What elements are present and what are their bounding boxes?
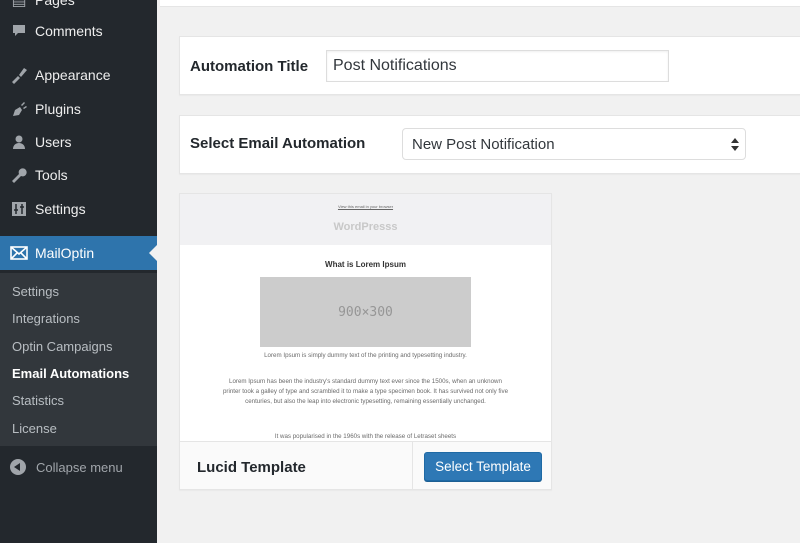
template-preview: View this email in your browser WordPres… xyxy=(180,194,551,441)
submenu-optin-campaigns[interactable]: Optin Campaigns xyxy=(12,339,112,354)
sidebar-item-appearance[interactable]: Appearance xyxy=(0,58,157,92)
select-template-button[interactable]: Select Template xyxy=(424,452,542,481)
paintbrush-icon xyxy=(9,65,29,85)
preview-brand: WordPresss xyxy=(333,221,398,233)
submenu-email-automations[interactable]: Email Automations xyxy=(12,366,129,381)
user-icon xyxy=(9,132,29,152)
preview-heading: What is Lorem Ipsum xyxy=(325,260,406,269)
collapse-menu-button[interactable]: Collapse menu xyxy=(0,452,157,482)
plug-icon xyxy=(9,99,29,119)
preview-image-placeholder: 900×300 xyxy=(260,277,471,347)
sidebar-item-settings[interactable]: Settings xyxy=(0,192,157,226)
sidebar-item-mailoptin[interactable]: MailOptin xyxy=(0,236,157,270)
template-card: View this email in your browser WordPres… xyxy=(179,193,552,490)
select-arrows-icon xyxy=(731,137,739,153)
wrench-icon xyxy=(9,165,29,185)
automation-title-input[interactable] xyxy=(326,50,669,82)
collapse-arrow-icon xyxy=(10,459,26,475)
email-automation-label: Select Email Automation xyxy=(190,135,366,152)
sidebar-item-plugins[interactable]: Plugins xyxy=(0,92,157,126)
sidebar-item-users[interactable]: Users xyxy=(0,125,157,159)
previous-panel-edge xyxy=(160,0,800,7)
envelope-icon xyxy=(9,243,29,263)
selected-automation: New Post Notification xyxy=(412,135,555,153)
template-name: Lucid Template xyxy=(197,459,306,476)
comment-icon xyxy=(9,21,29,41)
automation-title-panel: Automation Title xyxy=(179,36,800,95)
admin-sidebar: ▤ Pages Comments Appearance Plugins User… xyxy=(0,0,157,543)
footer-divider xyxy=(412,442,413,489)
mailoptin-submenu: Settings Integrations Optin Campaigns Em… xyxy=(0,273,157,446)
preview-header: View this email in your browser WordPres… xyxy=(180,194,551,245)
automation-title-label: Automation Title xyxy=(190,58,309,75)
preview-paragraph: Lorem Ipsum is simply dummy text of the … xyxy=(264,352,467,359)
email-automation-panel: Select Email Automation New Post Notific… xyxy=(179,115,800,174)
collapse-menu-label: Collapse menu xyxy=(36,459,123,475)
active-indicator xyxy=(149,245,157,261)
sidebar-item-comments[interactable]: Comments xyxy=(0,14,157,48)
submenu-license[interactable]: License xyxy=(12,421,57,436)
submenu-integrations[interactable]: Integrations xyxy=(12,311,80,326)
submenu-statistics[interactable]: Statistics xyxy=(12,393,64,408)
template-footer: Lucid Template Select Template xyxy=(180,441,551,489)
pages-icon: ▤ xyxy=(11,0,27,9)
preview-paragraph: Lorem Ipsum has been the industry's stan… xyxy=(222,378,509,405)
sidebar-item-tools[interactable]: Tools xyxy=(0,158,157,192)
view-in-browser-link: View this email in your browser xyxy=(337,204,394,209)
sliders-icon xyxy=(9,199,29,219)
preview-paragraph: It was popularised in the 1960s with the… xyxy=(274,433,457,440)
email-automation-select[interactable]: New Post Notification xyxy=(402,128,746,160)
submenu-settings[interactable]: Settings xyxy=(12,284,59,299)
